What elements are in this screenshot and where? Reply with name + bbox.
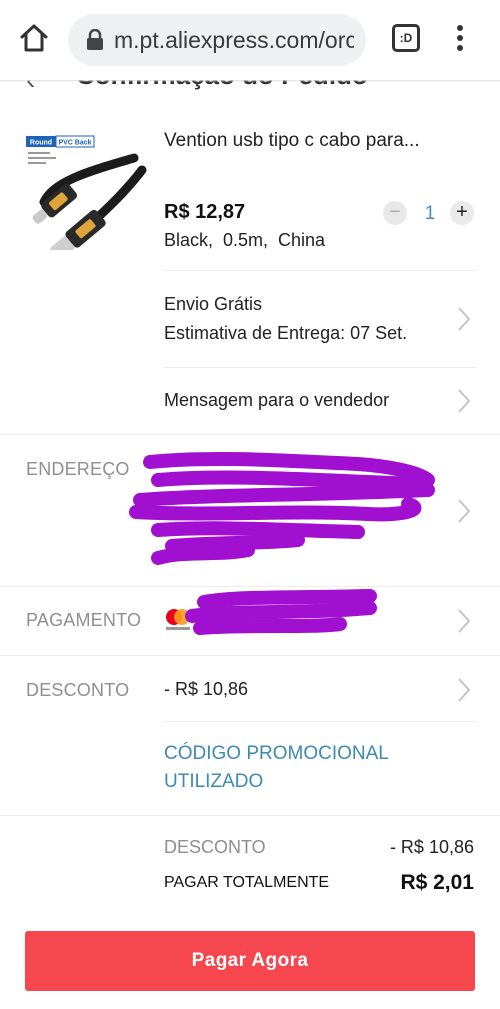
quantity-decrease-button[interactable]: − — [383, 201, 407, 225]
quantity-increase-button[interactable]: + — [450, 201, 474, 225]
shipping-method: Envio Grátis — [164, 294, 263, 314]
promo-code-status[interactable]: CÓDIGO PROMOCIONAL — [164, 743, 389, 765]
home-icon[interactable] — [18, 22, 50, 54]
url-text: m.pt.aliexpress.com/orc — [114, 27, 354, 53]
seller-message-label: Mensagem para o vendedor — [164, 390, 390, 410]
summary-total-value: R$ 2,01 — [400, 871, 474, 894]
discount-label: DESCONTO — [26, 680, 130, 700]
back-arrow-icon[interactable]: ‹ — [26, 80, 35, 94]
summary-discount-value: - R$ 10,86 — [389, 837, 474, 857]
section-divider — [0, 434, 500, 435]
divider — [164, 367, 476, 368]
quantity-value: 1 — [424, 203, 436, 224]
summary-discount-label: DESCONTO — [164, 837, 266, 857]
redacted-address — [129, 451, 435, 565]
redacted-payment — [185, 589, 377, 635]
chevron-right-icon — [458, 389, 471, 413]
section-divider — [0, 815, 500, 816]
lock-icon — [86, 28, 104, 51]
delivery-estimate: Estimativa de Entrega: 07 Set. — [164, 323, 408, 343]
divider — [164, 270, 476, 271]
product-variant: Black, 0.5m, China — [164, 230, 326, 250]
address-bar[interactable]: m.pt.aliexpress.com/orc — [68, 14, 366, 66]
image-badge-right: PVC Back — [58, 140, 91, 147]
chevron-right-icon — [458, 678, 471, 702]
overflow-menu-icon[interactable] — [450, 22, 470, 56]
product-image[interactable]: Round PVC Back — [24, 130, 152, 261]
chevron-right-icon — [458, 609, 471, 633]
promo-code-status-line2[interactable]: UTILIZADO — [164, 771, 263, 793]
product-title[interactable]: Vention usb tipo c cabo para... — [164, 130, 420, 152]
chevron-right-icon — [458, 307, 471, 331]
chevron-right-icon — [458, 499, 471, 523]
discount-value: - R$ 10,86 — [164, 679, 249, 699]
divider — [164, 721, 476, 722]
header-divider — [0, 80, 500, 82]
page-header: ‹ Confirmação do Pedido — [0, 80, 500, 94]
browser-toolbar: m.pt.aliexpress.com/orc :D — [0, 0, 500, 80]
tab-switcher-button[interactable]: :D — [392, 24, 420, 52]
address-label: ENDEREÇO — [26, 459, 130, 479]
product-price: R$ 12,87 — [164, 201, 246, 223]
payment-label: PAGAMENTO — [26, 610, 142, 630]
summary-total-label: PAGAR TOTALMENTE — [164, 874, 330, 891]
section-divider — [0, 655, 500, 656]
image-badge-left: Round — [30, 140, 52, 147]
pay-now-button[interactable]: Pagar Agora — [25, 931, 475, 991]
